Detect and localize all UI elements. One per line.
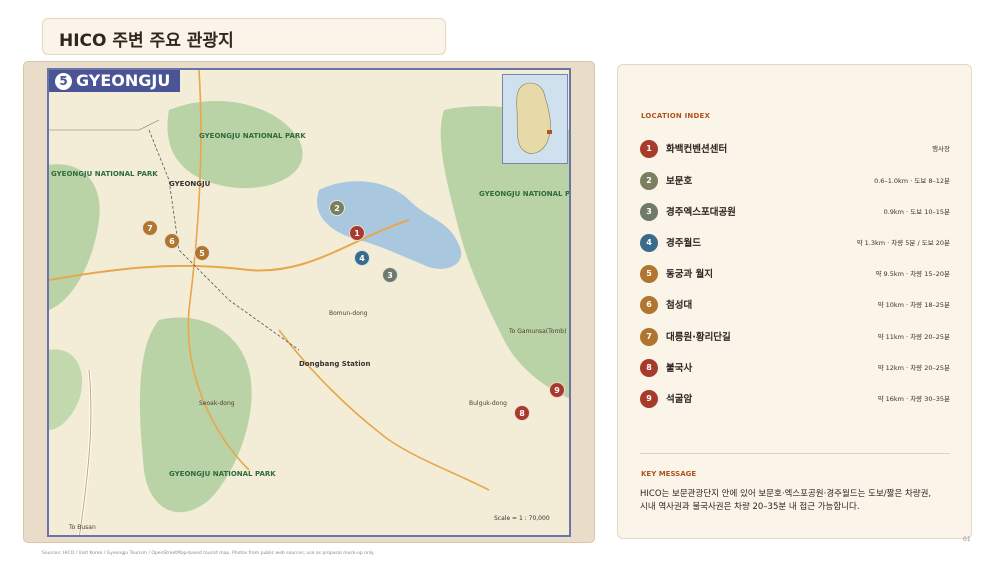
key-message-heading: KEY MESSAGE xyxy=(641,470,697,478)
index-item-6[interactable]: 6 첨성대 약 10km · 차량 18–25분 xyxy=(640,294,950,316)
index-item-name: 불국사 xyxy=(666,363,693,374)
index-item-5[interactable]: 5 동궁과 월지 약 9.5km · 차량 15–20분 xyxy=(640,263,950,285)
index-number-badge: 6 xyxy=(640,296,658,314)
index-item-name: 첨성대 xyxy=(666,300,693,311)
label-dongbang: Dongbang Station xyxy=(299,360,371,368)
index-item-name: 경주월드 xyxy=(666,238,701,249)
index-item-distance: 0.6–1.0km · 도보 8–12분 xyxy=(874,177,950,185)
label-bomun: Bomun-dong xyxy=(329,310,368,317)
index-item-8[interactable]: 8 불국사 약 12km · 차량 20–25분 xyxy=(640,357,950,379)
label-park-north: GYEONGJU NATIONAL PARK xyxy=(199,132,306,140)
key-message-text: HICO는 보문관광단지 안에 있어 보문호·엑스포공원·경주월드는 도보/짧은… xyxy=(640,489,932,512)
tourist-map[interactable]: 5 GYEONGJU GYEONGJU NATIONAL PARK GYEONGJ… xyxy=(47,68,571,537)
index-item-distance: 0.9km · 도보 10–15분 xyxy=(883,208,950,216)
index-item-1[interactable]: 1 화백컨벤션센터 행사장 xyxy=(640,138,950,160)
page-title: HICO 주변 주요 관광지 xyxy=(59,31,234,51)
index-item-distance: 약 10km · 차량 18–25분 xyxy=(877,301,950,309)
map-pin-7[interactable]: 7 xyxy=(142,220,158,236)
map-pin-4[interactable]: 4 xyxy=(354,250,370,266)
label-seoak: Seoak-dong xyxy=(199,400,235,407)
index-item-distance: 약 1.3km · 차량 5분 / 도보 20분 xyxy=(856,239,950,247)
index-number-badge: 2 xyxy=(640,172,658,190)
korea-outline-icon xyxy=(516,82,552,154)
map-pin-1[interactable]: 1 xyxy=(349,225,365,241)
index-item-distance: 행사장 xyxy=(932,145,950,153)
label-park-east: GYEONGJU NATIONAL PARK xyxy=(479,190,570,198)
scale-label: Scale = 1 : 70,000 xyxy=(494,515,550,522)
label-park-south: GYEONGJU NATIONAL PARK xyxy=(169,470,276,478)
badge-title: GYEONGJU xyxy=(76,71,171,90)
index-item-name: 경주엑스포대공원 xyxy=(666,207,736,218)
label-to-busan: To Busan xyxy=(69,524,96,531)
map-pin-9[interactable]: 9 xyxy=(549,382,565,398)
index-number-badge: 8 xyxy=(640,359,658,377)
map-background xyxy=(49,70,569,535)
label-city: GYEONGJU xyxy=(169,180,211,188)
map-pin-2[interactable]: 2 xyxy=(329,200,345,216)
map-pin-3[interactable]: 3 xyxy=(382,267,398,283)
index-number-badge: 9 xyxy=(640,390,658,408)
label-park-west: GYEONGJU NATIONAL PARK xyxy=(51,170,158,178)
map-pin-8[interactable]: 8 xyxy=(514,405,530,421)
page-number: 01 xyxy=(963,536,971,543)
index-item-2[interactable]: 2 보문호 0.6–1.0km · 도보 8–12분 xyxy=(640,170,950,192)
title-box: HICO 주변 주요 관광지 xyxy=(42,18,446,55)
label-to-gamunsa: To Gamunsa(Tomb) xyxy=(509,328,567,335)
index-number-badge: 7 xyxy=(640,328,658,346)
label-bulguk: Bulguk-dong xyxy=(469,400,507,407)
index-number-badge: 1 xyxy=(640,140,658,158)
location-index-heading: LOCATION INDEX xyxy=(641,112,711,120)
index-item-4[interactable]: 4 경주월드 약 1.3km · 차량 5분 / 도보 20분 xyxy=(640,232,950,254)
index-item-name: 화백컨벤션센터 xyxy=(666,144,728,155)
index-item-name: 보문호 xyxy=(666,176,693,187)
map-badge: 5 GYEONGJU xyxy=(49,70,181,92)
index-item-distance: 약 12km · 차량 20–25분 xyxy=(877,364,950,372)
korea-inset-map xyxy=(502,74,568,164)
index-number-badge: 5 xyxy=(640,265,658,283)
index-item-9[interactable]: 9 석굴암 약 16km · 차량 30–35분 xyxy=(640,388,950,410)
badge-number: 5 xyxy=(55,73,72,90)
index-number-badge: 4 xyxy=(640,234,658,252)
index-item-name: 대릉원·황리단길 xyxy=(666,332,731,343)
index-item-name: 석굴암 xyxy=(666,394,693,405)
index-number-badge: 3 xyxy=(640,203,658,221)
divider xyxy=(640,453,950,454)
index-item-distance: 약 16km · 차량 30–35분 xyxy=(877,395,950,403)
map-pin-6[interactable]: 6 xyxy=(164,233,180,249)
index-item-distance: 약 9.5km · 차량 15–20분 xyxy=(875,270,950,278)
map-pin-5[interactable]: 5 xyxy=(194,245,210,261)
source-note: Sources: HICO / Visit Korea / Gyeongju T… xyxy=(42,551,375,556)
location-index-panel: LOCATION INDEX 1 화백컨벤션센터 행사장 2 보문호 0.6–1… xyxy=(617,64,972,539)
index-item-distance: 약 11km · 차량 20–25분 xyxy=(877,333,950,341)
index-item-3[interactable]: 3 경주엑스포대공원 0.9km · 도보 10–15분 xyxy=(640,201,950,223)
index-item-name: 동궁과 월지 xyxy=(666,269,714,280)
index-item-7[interactable]: 7 대릉원·황리단길 약 11km · 차량 20–25분 xyxy=(640,326,950,348)
